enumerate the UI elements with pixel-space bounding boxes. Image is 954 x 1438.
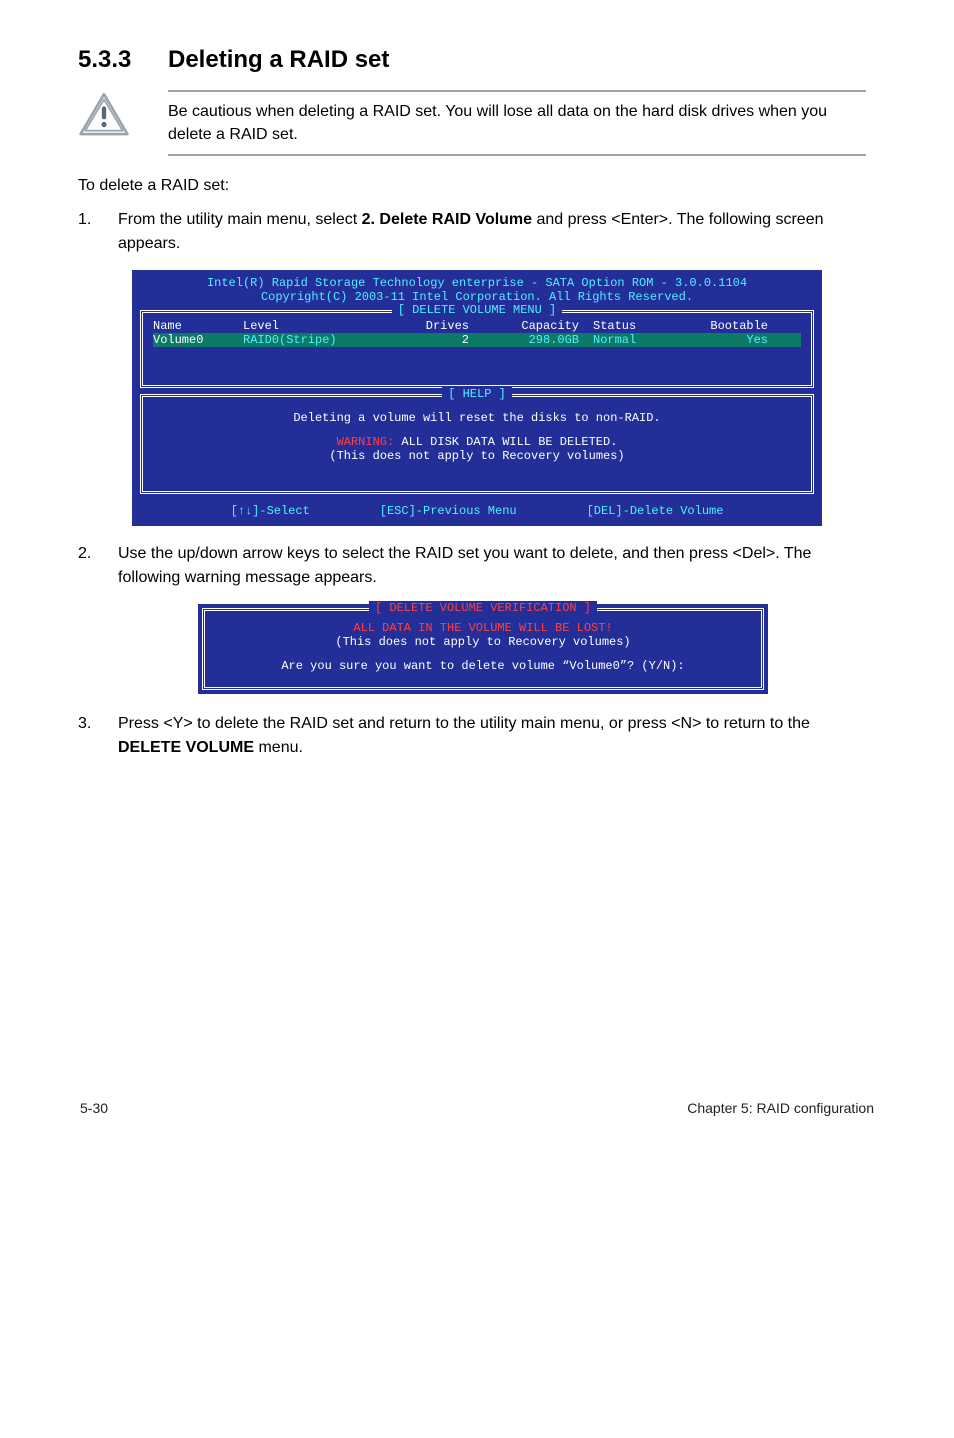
dialog-warning-line: ALL DATA IN THE VOLUME WILL BE LOST! — [217, 621, 749, 635]
step-number: 1. — [78, 208, 118, 256]
col-capacity: Capacity — [483, 319, 593, 333]
col-drives: Drives — [398, 319, 483, 333]
footer-delete: [DEL]-Delete Volume — [587, 504, 724, 518]
col-bootable: Bootable — [678, 319, 768, 333]
bios-header: Intel(R) Rapid Storage Technology enterp… — [132, 270, 822, 304]
step-2: 2. Use the up/down arrow keys to select … — [78, 542, 876, 590]
caution-icon — [78, 90, 168, 138]
dialog-note-line: (This does not apply to Recovery volumes… — [217, 635, 749, 649]
chapter-label: Chapter 5: RAID configuration — [687, 1100, 874, 1116]
caution-callout: Be cautious when deleting a RAID set. Yo… — [78, 90, 876, 156]
col-status: Status — [593, 319, 678, 333]
step-text: Use the up/down arrow keys to select the… — [118, 542, 876, 590]
bios-footer: [↑↓]-Select [ESC]-Previous Menu [DEL]-De… — [132, 500, 822, 526]
footer-select: [↑↓]-Select — [231, 504, 310, 518]
step-text: Press <Y> to delete the RAID set and ret… — [118, 712, 876, 760]
step-text-pre: From the utility main menu, select — [118, 211, 362, 228]
help-box-title: [ HELP ] — [442, 387, 512, 401]
row-capacity: 298.0GB — [483, 333, 593, 347]
volume-row-selected[interactable]: Volume0 RAID0(Stripe) 2 298.0GB Normal Y… — [153, 333, 801, 347]
row-name: Volume0 — [153, 333, 243, 347]
bios-panel: Intel(R) Rapid Storage Technology enterp… — [132, 270, 822, 526]
section-heading: 5.3.3 Deleting a RAID set — [78, 46, 876, 74]
page-number: 5-30 — [80, 1100, 108, 1116]
step-text: From the utility main menu, select 2. De… — [118, 208, 876, 256]
col-name: Name — [153, 319, 243, 333]
heading-number: 5.3.3 — [78, 46, 168, 74]
dialog-title: [ DELETE VOLUME VERIFICATION ] — [369, 601, 597, 615]
help-warning-line: WARNING: ALL DISK DATA WILL BE DELETED. — [153, 435, 801, 449]
row-drives: 2 — [398, 333, 483, 347]
dialog-prompt-line: Are you sure you want to delete volume “… — [217, 659, 749, 673]
step-text-bold: 2. Delete RAID Volume — [362, 211, 532, 228]
row-level: RAID0(Stripe) — [243, 333, 398, 347]
step-3: 3. Press <Y> to delete the RAID set and … — [78, 712, 876, 760]
row-status: Normal — [593, 333, 678, 347]
col-level: Level — [243, 319, 398, 333]
step-text-post: menu. — [254, 739, 303, 756]
step-1: 1. From the utility main menu, select 2.… — [78, 208, 876, 256]
bios-help-box: [ HELP ] Deleting a volume will reset th… — [140, 394, 814, 494]
warning-label: WARNING: — [337, 435, 395, 449]
bios-header-line-2: Copyright(C) 2003-11 Intel Corporation. … — [146, 290, 808, 304]
bios-delete-volume-box: [ DELETE VOLUME MENU ] Name Level Drives… — [140, 310, 814, 388]
page-footer: 5-30 Chapter 5: RAID configuration — [78, 1100, 876, 1116]
row-bootable: Yes — [678, 333, 768, 347]
footer-previous: [ESC]-Previous Menu — [380, 504, 517, 518]
caution-text: Be cautious when deleting a RAID set. Yo… — [168, 90, 866, 156]
step-text-pre: Press <Y> to delete the RAID set and ret… — [118, 715, 810, 732]
step-number: 2. — [78, 542, 118, 590]
bios-header-line-1: Intel(R) Rapid Storage Technology enterp… — [146, 276, 808, 290]
box-title: [ DELETE VOLUME MENU ] — [392, 303, 562, 317]
help-line-3: (This does not apply to Recovery volumes… — [153, 449, 801, 463]
help-line-1: Deleting a volume will reset the disks t… — [153, 411, 801, 425]
warning-rest: ALL DISK DATA WILL BE DELETED. — [394, 435, 617, 449]
heading-title: Deleting a RAID set — [168, 46, 389, 74]
volume-header-row: Name Level Drives Capacity Status Bootab… — [153, 319, 801, 333]
delete-verification-dialog: [ DELETE VOLUME VERIFICATION ] ALL DATA … — [198, 604, 768, 694]
step-text-bold: DELETE VOLUME — [118, 739, 254, 756]
intro-text: To delete a RAID set: — [78, 174, 876, 198]
step-number: 3. — [78, 712, 118, 760]
